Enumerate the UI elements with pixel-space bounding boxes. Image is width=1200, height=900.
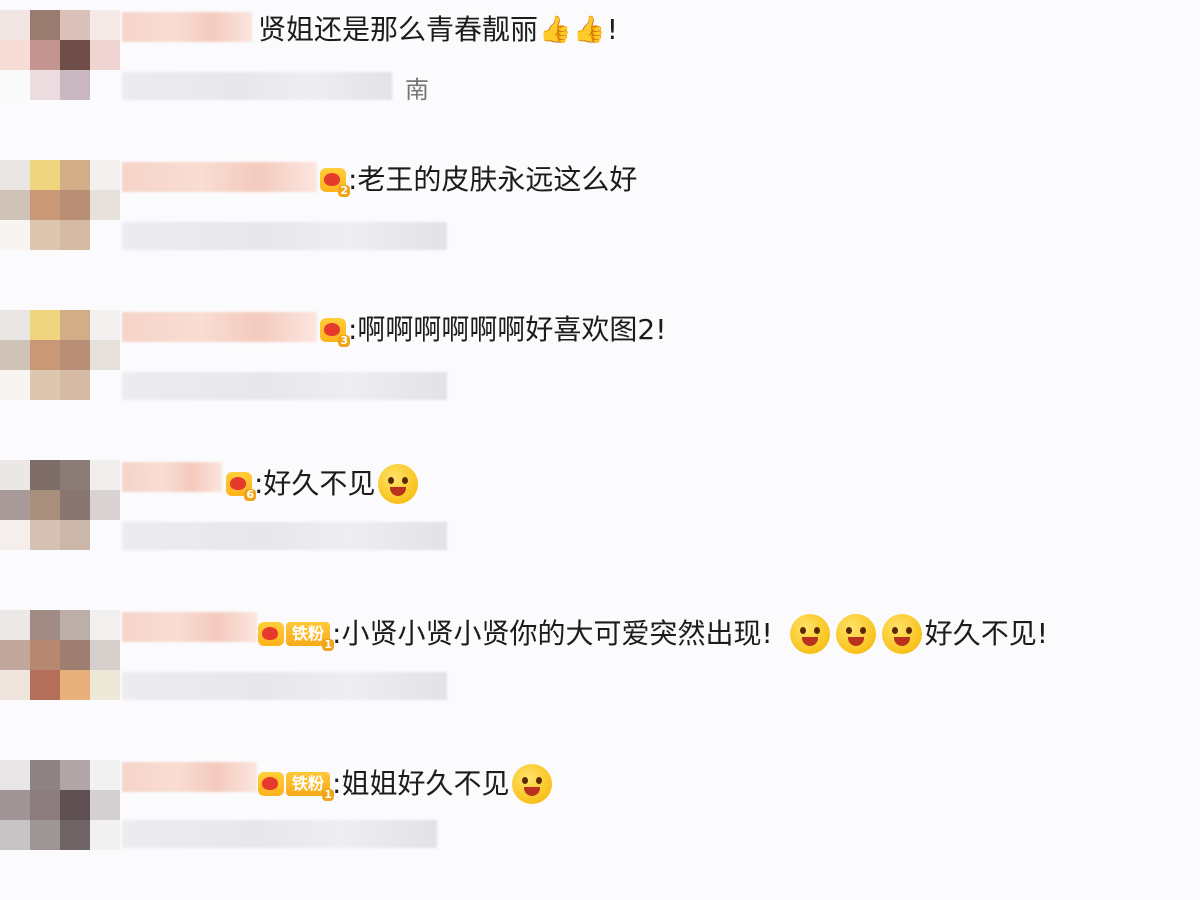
laughing-face-emoji-icon bbox=[512, 764, 553, 804]
username-redacted[interactable] bbox=[122, 762, 257, 792]
comment-item: 3 :啊啊啊啊啊啊好喜欢图2! bbox=[0, 300, 1200, 450]
avatar[interactable] bbox=[0, 310, 120, 400]
meta-redacted bbox=[122, 72, 392, 100]
comment-text: 2 :老王的皮肤永远这么好 bbox=[320, 163, 638, 197]
location-text: 南 bbox=[405, 76, 429, 104]
laughing-face-emoji-icon bbox=[835, 614, 876, 654]
username-redacted[interactable] bbox=[122, 12, 252, 42]
avatar[interactable] bbox=[0, 160, 120, 250]
badge-level: 1 bbox=[322, 788, 335, 801]
meta-redacted bbox=[122, 672, 447, 700]
flower-face-emoji-icon bbox=[378, 464, 419, 504]
thumbs-up-icon: 👍 bbox=[573, 15, 606, 45]
heart-badge-icon bbox=[258, 772, 284, 796]
username-redacted[interactable] bbox=[122, 162, 317, 192]
thumbs-up-icon: 👍 bbox=[539, 15, 572, 45]
iron-fan-badge: 1 铁粉 bbox=[258, 620, 335, 651]
comment-text-label: :小贤小贤小贤你的大可爱突然出现! bbox=[332, 617, 773, 650]
comment-text: 6 :好久不见 bbox=[226, 464, 421, 504]
username-redacted[interactable] bbox=[122, 462, 222, 492]
comment-text-label: 贤姐还是那么青春靓丽 bbox=[258, 13, 539, 46]
username-redacted[interactable] bbox=[122, 612, 257, 642]
badge-level: 1 bbox=[322, 638, 335, 651]
badge-level: 2 bbox=[338, 184, 350, 197]
avatar[interactable] bbox=[0, 760, 120, 850]
comment-text-label: :啊啊啊啊啊啊好喜欢图2! bbox=[348, 313, 667, 346]
meta-redacted bbox=[122, 820, 437, 848]
comment-item: 1 铁粉 :小贤小贤小贤你的大可爱突然出现! 好久不见! bbox=[0, 600, 1200, 750]
comment-text-label: :姐姐好久不见 bbox=[332, 767, 510, 800]
comment-item: 2 :老王的皮肤永远这么好 bbox=[0, 150, 1200, 300]
meta-redacted bbox=[122, 372, 447, 400]
comment-trailing-text: 好久不见! bbox=[924, 617, 1048, 650]
fan-level-badge: 6 bbox=[226, 470, 256, 501]
badge-level: 3 bbox=[338, 334, 350, 347]
laughing-face-emoji-icon bbox=[881, 614, 922, 654]
comment-item: 1 铁粉 :姐姐好久不见 bbox=[0, 750, 1200, 900]
comment-text: 1 铁粉 :姐姐好久不见 bbox=[258, 764, 555, 804]
fan-level-badge: 2 bbox=[320, 166, 350, 197]
comment-text: 1 铁粉 :小贤小贤小贤你的大可爱突然出现! 好久不见! bbox=[258, 614, 1048, 654]
meta-redacted bbox=[122, 522, 447, 550]
avatar[interactable] bbox=[0, 460, 120, 550]
username-redacted[interactable] bbox=[122, 312, 317, 342]
badge-level: 6 bbox=[244, 488, 256, 501]
comment-text-label: :老王的皮肤永远这么好 bbox=[348, 163, 638, 196]
avatar[interactable] bbox=[0, 610, 120, 700]
comment-item: 贤姐还是那么青春靓丽 👍 👍 ! 南 bbox=[0, 0, 1200, 150]
laughing-face-emoji-icon bbox=[789, 614, 830, 654]
comment-text: 贤姐还是那么青春靓丽 👍 👍 ! bbox=[258, 14, 618, 46]
fan-level-badge: 3 bbox=[320, 316, 350, 347]
meta-redacted bbox=[122, 222, 447, 250]
avatar[interactable] bbox=[0, 10, 120, 100]
comment-text-label: :好久不见 bbox=[254, 467, 376, 500]
comment-suffix: ! bbox=[606, 13, 618, 46]
comment-text: 3 :啊啊啊啊啊啊好喜欢图2! bbox=[320, 313, 667, 347]
heart-badge-icon bbox=[258, 622, 284, 646]
iron-fan-badge: 1 铁粉 bbox=[258, 770, 335, 801]
comment-item: 6 :好久不见 bbox=[0, 450, 1200, 600]
